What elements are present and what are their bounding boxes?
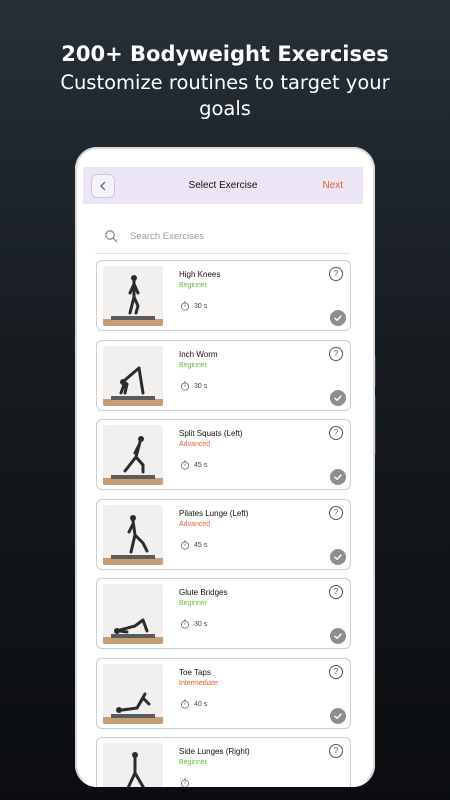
check-icon[interactable] bbox=[330, 707, 346, 724]
exercise-duration: 40 s bbox=[194, 700, 208, 708]
help-icon[interactable]: ? bbox=[329, 664, 343, 679]
timer-icon bbox=[181, 301, 189, 311]
help-icon[interactable]: ? bbox=[329, 426, 343, 440]
exercise-card[interactable]: Glute Bridges Beginner 30 s ? bbox=[96, 578, 351, 649]
promo-banner: 200+ Bodyweight Exercises Customize rout… bbox=[0, 40, 450, 122]
exercise-thumbnail bbox=[103, 345, 163, 406]
exercise-level: Advanced bbox=[179, 520, 211, 528]
exercise-name: Split Squats (Left) bbox=[179, 429, 243, 438]
exercise-figure-image bbox=[127, 514, 149, 553]
exercise-name: Toe Taps bbox=[179, 667, 211, 677]
check-icon[interactable] bbox=[330, 469, 346, 485]
exercise-thumbnail bbox=[103, 504, 163, 565]
exercise-figure-image bbox=[126, 752, 145, 787]
exercise-thumbnail bbox=[103, 663, 163, 724]
exercise-figure-image bbox=[119, 366, 145, 394]
timer-icon bbox=[181, 460, 189, 470]
exercise-name: Side Lunges (Right) bbox=[179, 747, 250, 756]
exercise-thumbnail bbox=[103, 266, 163, 326]
exercise-duration: 30 s bbox=[194, 382, 208, 390]
exercise-card[interactable]: Side Lunges (Right) Beginner ? bbox=[96, 737, 351, 787]
help-icon[interactable]: ? bbox=[329, 346, 343, 361]
help-icon[interactable]: ? bbox=[329, 585, 343, 599]
exercise-card[interactable]: Pilates Lunge (Left) Advanced 45 s ? bbox=[96, 498, 351, 570]
exercise-card[interactable]: High Knees Beginner 30 s ? bbox=[96, 260, 351, 331]
exercise-level: Beginner bbox=[179, 282, 208, 289]
search-bar[interactable] bbox=[95, 219, 350, 254]
search-input[interactable] bbox=[128, 229, 332, 243]
check-icon[interactable] bbox=[330, 628, 346, 644]
timer-icon bbox=[181, 699, 189, 709]
exercise-name: High Knees bbox=[179, 270, 221, 279]
exercise-level: Beginner bbox=[179, 361, 208, 369]
help-icon[interactable]: ? bbox=[329, 505, 343, 520]
search-icon bbox=[105, 230, 118, 243]
exercise-thumbnail bbox=[103, 425, 163, 485]
exercise-name: Pilates Lunge (Left) bbox=[179, 508, 249, 518]
check-icon[interactable] bbox=[330, 310, 346, 326]
exercise-duration: 45 s bbox=[194, 541, 208, 549]
check-icon[interactable] bbox=[330, 548, 346, 565]
page-title: Select Exercise bbox=[188, 180, 258, 191]
phone-frame: Select Exercise Next High Knees Beginner… bbox=[75, 147, 375, 787]
exercise-name: Glute Bridges bbox=[179, 588, 228, 597]
exercise-thumbnail bbox=[103, 743, 163, 787]
exercise-figure-image bbox=[123, 436, 145, 474]
timer-icon bbox=[181, 381, 189, 391]
exercise-level: Advanced bbox=[179, 441, 211, 448]
exercise-figure-image bbox=[128, 275, 140, 315]
exercise-level: Beginner bbox=[179, 759, 208, 766]
next-button[interactable]: Next bbox=[322, 180, 343, 191]
app-screen: Select Exercise Next High Knees Beginner… bbox=[83, 167, 367, 787]
exercise-level: Beginner bbox=[179, 600, 208, 607]
help-icon[interactable]: ? bbox=[329, 744, 343, 758]
promo-title: 200+ Bodyweight Exercises bbox=[61, 42, 389, 66]
promo-subtitle: Customize routines to target your goals bbox=[60, 71, 390, 120]
exercise-figure-image bbox=[116, 692, 151, 713]
exercise-card[interactable]: Split Squats (Left) Advanced 45 s ? bbox=[96, 419, 351, 490]
help-icon[interactable]: ? bbox=[329, 267, 343, 281]
timer-icon bbox=[181, 778, 189, 787]
exercise-level: Intermediate bbox=[179, 679, 218, 687]
exercise-figure-image bbox=[114, 618, 149, 634]
check-icon[interactable] bbox=[330, 389, 346, 406]
exercise-card[interactable]: Toe Taps Intermediate 40 s ? bbox=[96, 657, 351, 729]
exercise-duration: 45 s bbox=[194, 462, 208, 469]
exercise-duration: 30 s bbox=[194, 621, 208, 628]
app-header: Select Exercise Next bbox=[83, 167, 363, 204]
exercise-card[interactable]: Inch Worm Beginner 30 s ? bbox=[96, 339, 351, 411]
timer-icon bbox=[181, 619, 189, 629]
exercise-duration: 30 s bbox=[194, 303, 208, 310]
exercise-thumbnail bbox=[103, 584, 163, 644]
timer-icon bbox=[181, 540, 189, 550]
exercise-name: Inch Worm bbox=[179, 349, 218, 359]
